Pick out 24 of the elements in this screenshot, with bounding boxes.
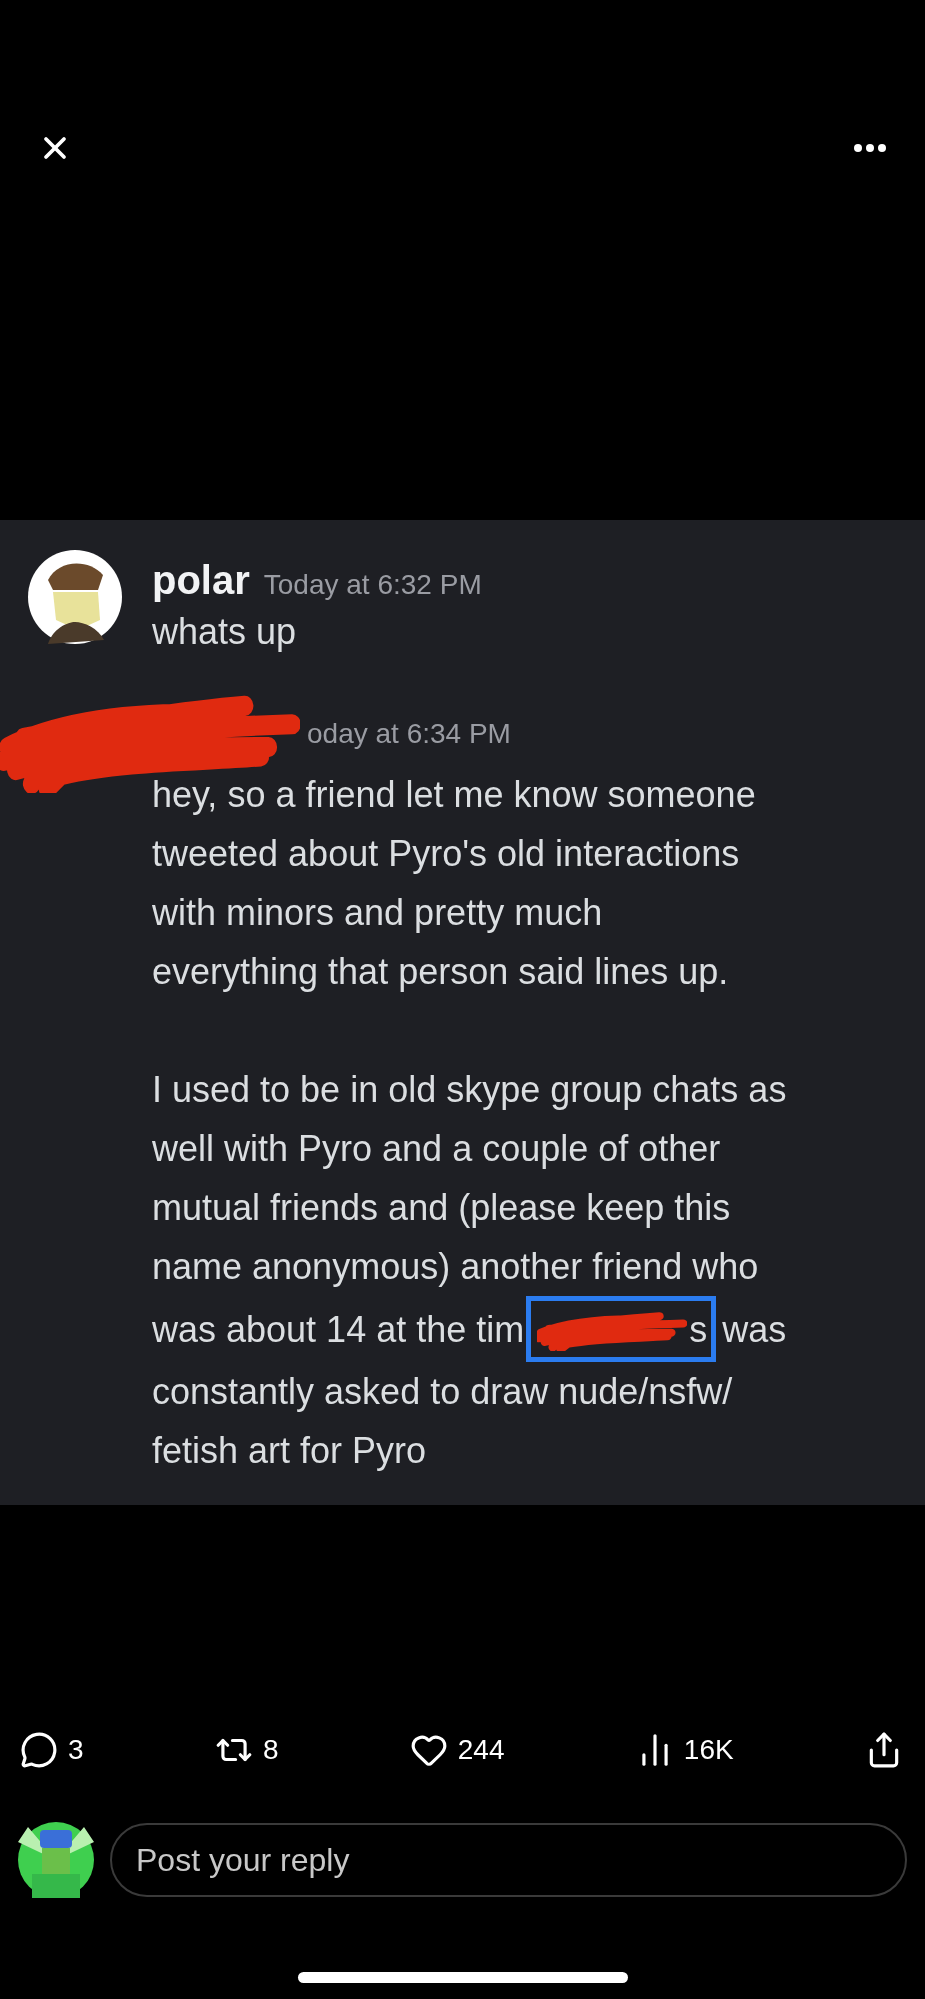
reply-field[interactable]: Post your reply	[110, 1823, 907, 1897]
timestamp: Today at 6:32 PM	[263, 568, 482, 602]
comment-icon	[20, 1731, 58, 1769]
message-text: was	[722, 1307, 787, 1352]
message-text: hey, so a friend let me know someone	[152, 773, 757, 817]
timestamp: oday at 6:34 PM	[307, 717, 511, 751]
highlight-box: s	[526, 1296, 717, 1362]
repost-button[interactable]: 8	[214, 1729, 349, 1771]
message-text: name anonymous) another friend who	[152, 1245, 760, 1289]
username: polar	[152, 557, 250, 604]
more-icon	[854, 144, 886, 152]
message-text: constantly asked to draw nude/nsfw/	[152, 1370, 734, 1414]
views-button[interactable]: 16K	[635, 1729, 804, 1771]
message-text: well with Pyro and a couple of other	[152, 1127, 722, 1171]
message-text: everything that person said lines up.	[152, 950, 730, 994]
message-text: with minors and pretty much	[152, 891, 604, 935]
reply-button[interactable]: 3	[20, 1729, 154, 1771]
message-text: was about 14 at the tim	[152, 1307, 525, 1352]
message-text: fetish art for Pyro	[152, 1429, 428, 1473]
message-text: whats up	[152, 610, 298, 654]
message-text: tweeted about Pyro's old interactions	[152, 832, 741, 876]
like-button[interactable]: 244	[409, 1729, 575, 1771]
message-text: I used to be in old skype group chats as	[152, 1068, 787, 1112]
message-text: mutual friends and (please keep this	[152, 1186, 732, 1230]
